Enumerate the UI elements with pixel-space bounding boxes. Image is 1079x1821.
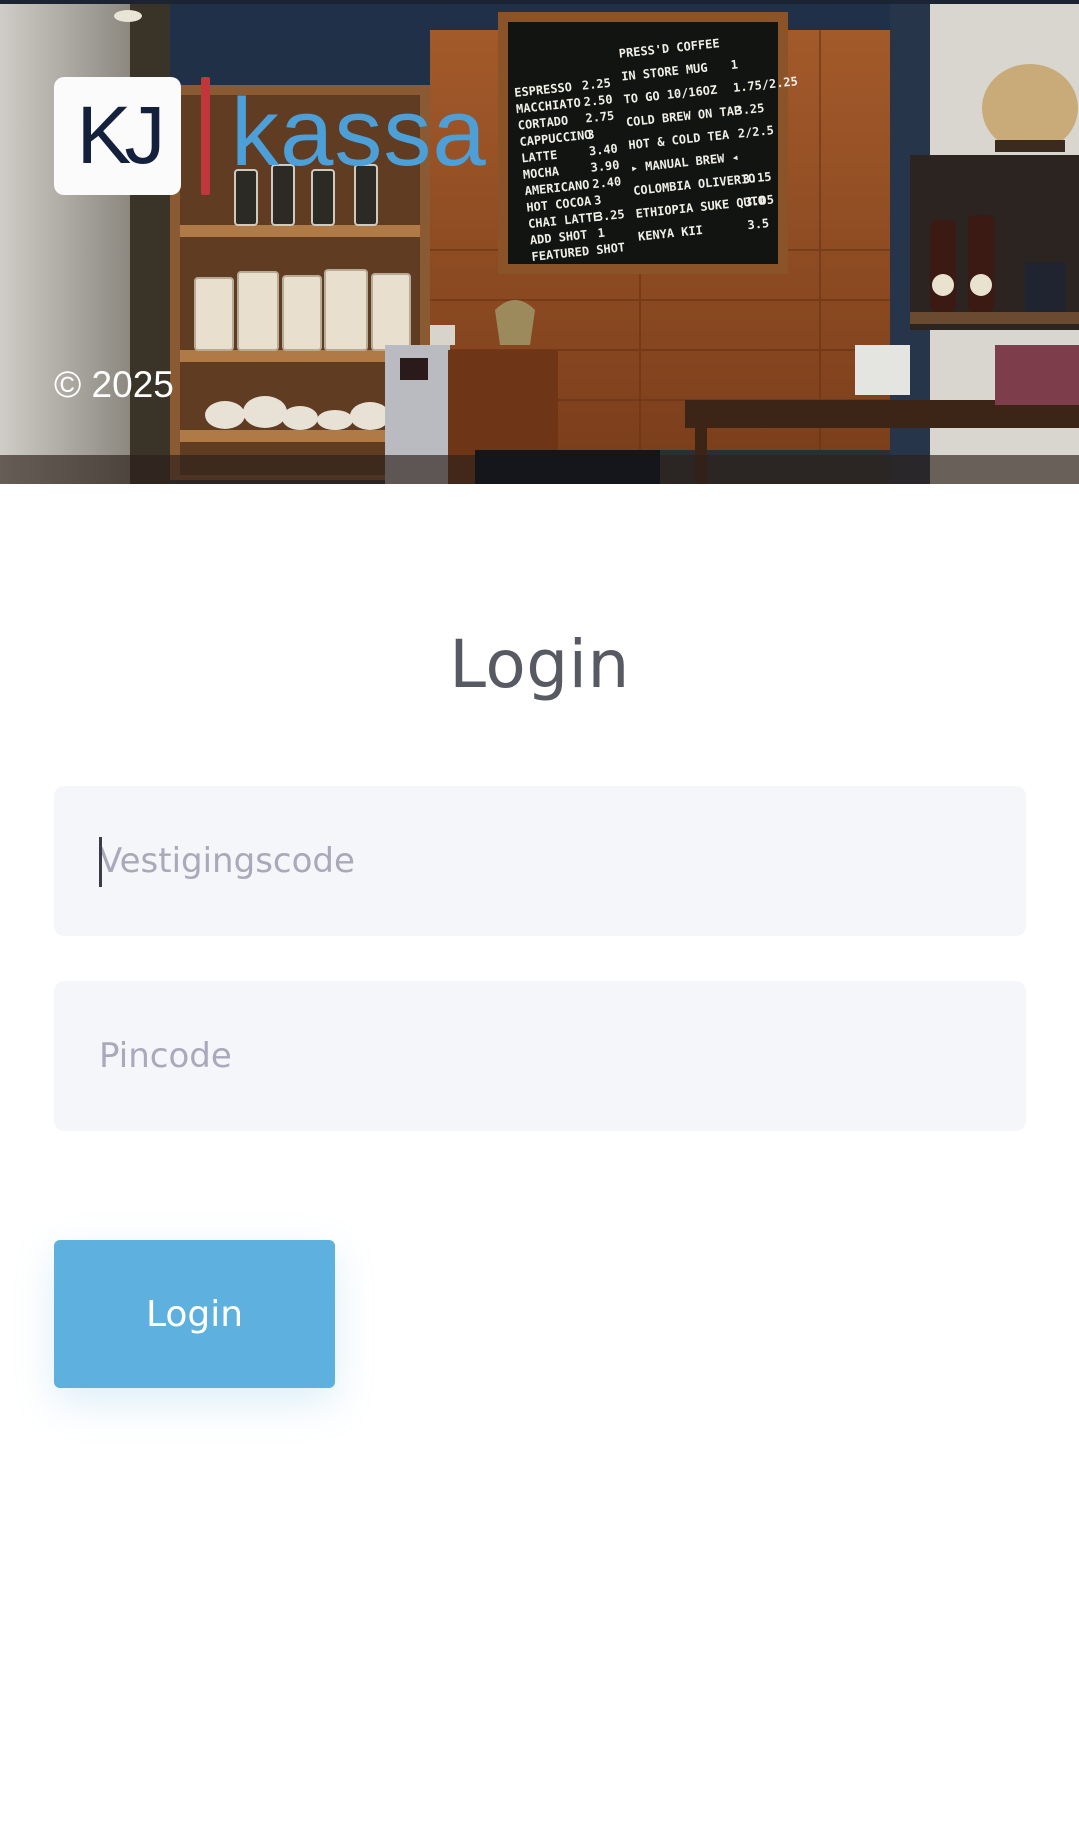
coffee-bar-photo: ESPRESSO 2.25MACCHIATO 2.50CORTADO 2.75CAPP… <box>0 0 1079 484</box>
menu-board-left-item-price: 3 <box>586 127 595 142</box>
header-hero: ESPRESSO 2.25 MACCHIATO 2.50 CORTADO 2.75 CAPP… <box>0 0 1079 484</box>
menu-board-right-item-price: 3.5 <box>747 216 770 232</box>
branch-code-field[interactable] <box>54 786 1026 936</box>
login-button[interactable]: Login <box>54 1240 335 1388</box>
logo-mark: KJ <box>54 77 181 195</box>
top-status-bar <box>0 0 1079 4</box>
branch-code-input[interactable] <box>54 786 1026 936</box>
menu-board-left-item-price: 1 <box>597 226 606 241</box>
menu-board-left-item-price: 3 <box>593 193 602 208</box>
logo-divider <box>201 77 210 195</box>
logo-mark-text: KJ <box>76 90 166 181</box>
menu-board-right-item-price: 1 <box>730 57 739 72</box>
copyright-text: © 2025 <box>54 364 174 405</box>
text-cursor <box>99 837 102 887</box>
logo-wordmark: kassa <box>231 79 487 186</box>
page-title: Login <box>449 626 630 703</box>
pincode-input[interactable] <box>54 981 1026 1131</box>
pincode-field[interactable] <box>54 981 1026 1131</box>
